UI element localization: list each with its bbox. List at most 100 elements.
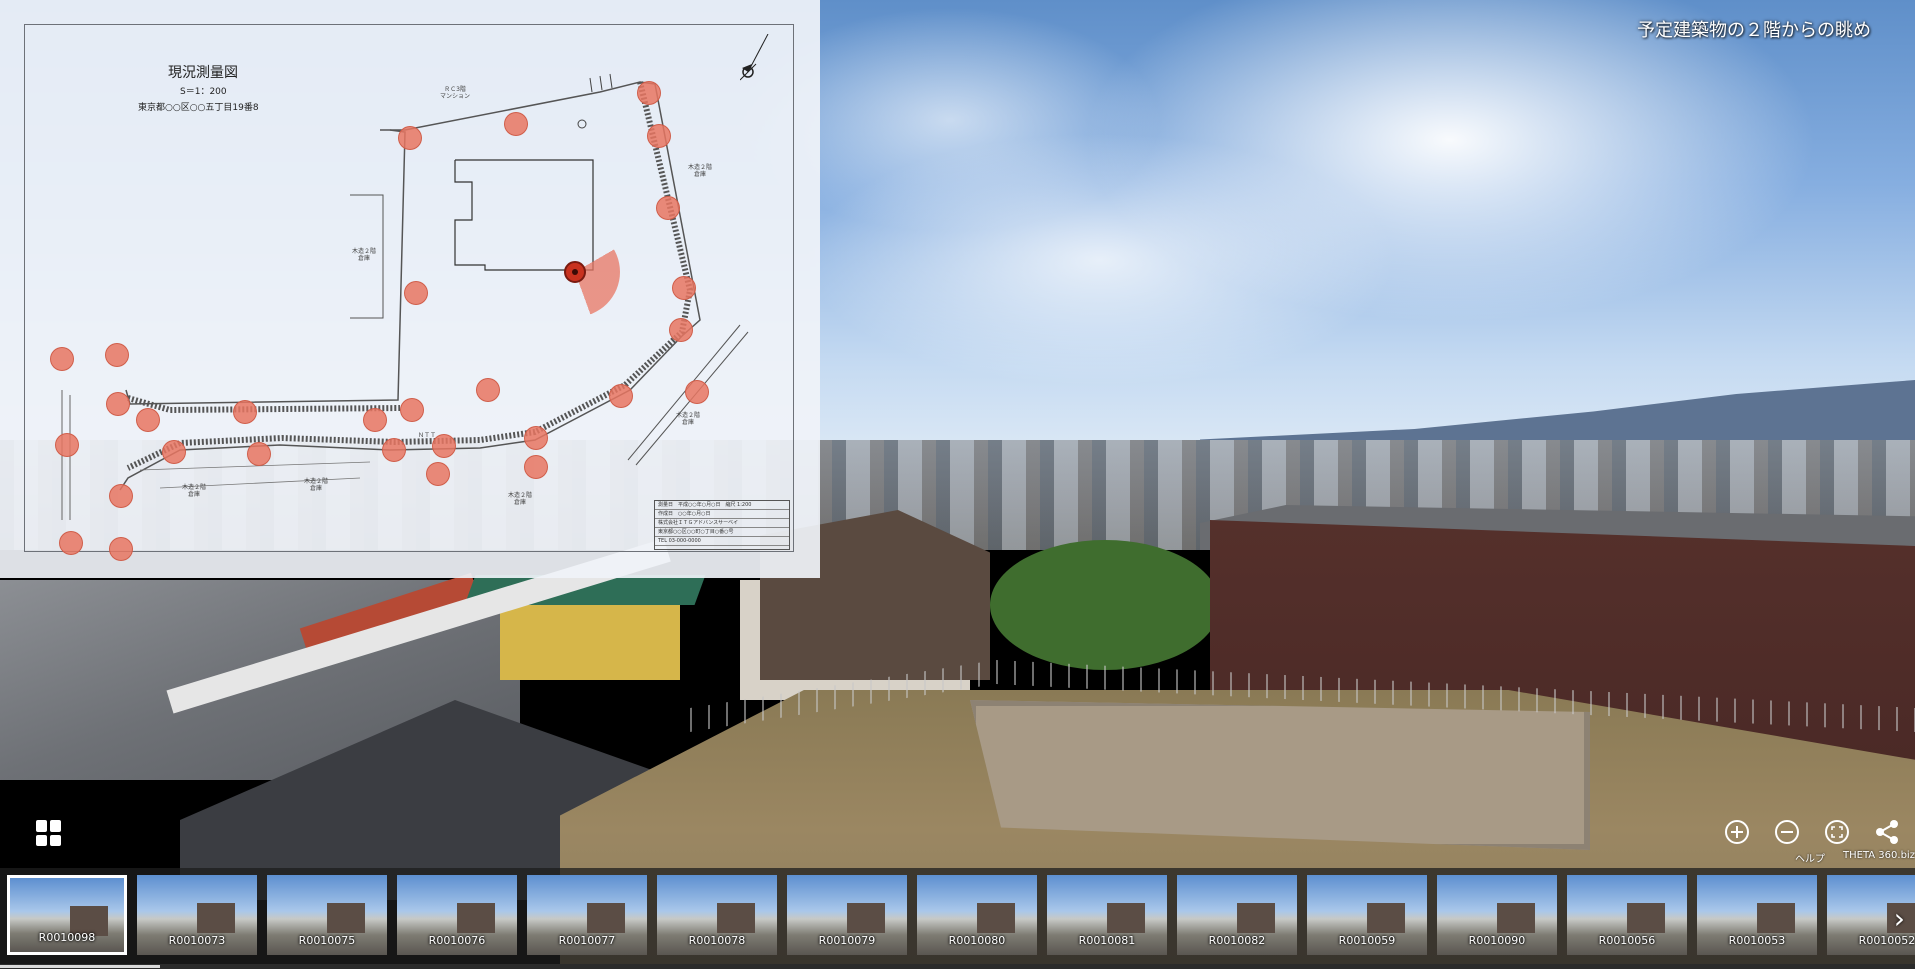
thumbnail-image [1107, 903, 1145, 933]
thumbnail-image [197, 903, 235, 933]
map-pin[interactable] [136, 408, 160, 432]
map-pin[interactable] [476, 378, 500, 402]
thumbnail-label: R0010079 [818, 934, 876, 947]
thumbnail-list: R0010098 R0010073 R0010075 R0010076 R001… [7, 875, 1915, 955]
map-pin[interactable] [685, 380, 709, 404]
map-pin[interactable] [669, 318, 693, 342]
map-pin[interactable] [426, 462, 450, 486]
grid-cell [50, 820, 61, 832]
thumbnail-item[interactable]: R0010098 [7, 875, 127, 955]
map-pin[interactable] [233, 400, 257, 424]
map-label-neighbor-far-right: 木造２階 倉庫 [676, 412, 701, 427]
map-pin[interactable] [363, 408, 387, 432]
thumbnail-item[interactable]: R0010056 [1567, 875, 1687, 955]
thumbnail-item[interactable]: R0010081 [1047, 875, 1167, 955]
map-pin[interactable] [106, 392, 130, 416]
thumbnail-item[interactable]: R0010077 [527, 875, 647, 955]
garden-bed [970, 700, 1590, 850]
map-pin[interactable] [504, 112, 528, 136]
map-label-neighbor-right: 木造２階 倉庫 [688, 164, 713, 179]
map-scale: S＝1：200 [180, 87, 227, 97]
thumbnail-image [1497, 903, 1535, 933]
scrollbar-thumb[interactable] [0, 965, 160, 968]
map-pin[interactable] [432, 434, 456, 458]
thumbnail-image [1627, 903, 1665, 933]
map-pin[interactable] [524, 455, 548, 479]
thumbnail-image [717, 903, 755, 933]
thumbnail-image [1757, 903, 1795, 933]
map-pin[interactable] [109, 537, 133, 561]
map-pin[interactable] [609, 384, 633, 408]
fullscreen-icon[interactable] [1823, 818, 1851, 846]
map-pin[interactable] [109, 484, 133, 508]
thumbnail-item[interactable]: R0010073 [137, 875, 257, 955]
thumbnail-image [977, 903, 1015, 933]
map-pin[interactable] [382, 438, 406, 462]
scene-title: 予定建築物の２階からの眺め [1637, 20, 1871, 41]
title-block-row: 作成日 ○○年○月○日 [655, 510, 789, 519]
thumbnail-label: R0010077 [558, 934, 616, 947]
thumbnail-image [457, 903, 495, 933]
map-pin[interactable] [524, 426, 548, 450]
map-pin[interactable] [50, 347, 74, 371]
thumbnail-image [587, 903, 625, 933]
grid-cell [50, 834, 61, 846]
thumbnail-image [327, 903, 365, 933]
zoom-in-icon[interactable] [1723, 818, 1751, 846]
map-pin[interactable] [672, 276, 696, 300]
map-pin[interactable] [656, 196, 680, 220]
thumbnail-label: R0010053 [1728, 934, 1786, 947]
map-pin[interactable] [637, 81, 661, 105]
thumbnail-image [1237, 903, 1275, 933]
thumbnail-item[interactable]: R0010059 [1307, 875, 1427, 955]
map-pin[interactable] [404, 281, 428, 305]
thumbnail-label: R0010076 [428, 934, 486, 947]
thumbnail-image [847, 903, 885, 933]
thumbnail-label: R0010090 [1468, 934, 1526, 947]
thumbnail-label: R0010098 [38, 931, 96, 944]
title-block-row: TEL 03-000-0000 [655, 537, 789, 546]
thumbnail-label: R0010073 [168, 934, 226, 947]
thumbnail-scrollbar[interactable] [0, 964, 1915, 969]
map-title-block: 測量日 平成○○年○月○日 縮尺 1:200 作成日 ○○年○月○日 株式会社Ｉ… [654, 500, 790, 550]
map-label-neighbor-bottom-left: 木造２階 倉庫 [182, 484, 207, 499]
map-pin[interactable] [247, 442, 271, 466]
title-block-row: 東京都○○区○○町○丁目○番○号 [655, 528, 789, 537]
thumbnail-label: R0010059 [1338, 934, 1396, 947]
map-pin[interactable] [59, 531, 83, 555]
help-link[interactable]: ヘルプ [1795, 850, 1825, 865]
title-block-row: 株式会社ＩＴＧアドバンスサーベイ [655, 519, 789, 528]
thumbnail-item[interactable]: R0010082 [1177, 875, 1297, 955]
brand-link[interactable]: THETA 360.biz [1843, 850, 1915, 861]
map-label-neighbor-left: 木造２階 倉庫 [352, 248, 377, 263]
thumbnail-label: R0010075 [298, 934, 356, 947]
thumbnail-item[interactable]: R0010076 [397, 875, 517, 955]
thumbnail-label: R0010056 [1598, 934, 1656, 947]
thumbnail-image [1367, 903, 1405, 933]
thumbnail-label: R0010082 [1208, 934, 1266, 947]
map-panel[interactable]: 現況測量図 S＝1：200 東京都○○区○○五丁目19番8 ＲＣ3階 マンション… [0, 0, 820, 578]
map-pin[interactable] [162, 440, 186, 464]
grid-cell [36, 834, 47, 846]
current-location-pin[interactable] [564, 261, 586, 283]
map-pin[interactable] [400, 398, 424, 422]
thumbnail-item[interactable]: R0010078 [657, 875, 777, 955]
share-icon[interactable] [1873, 818, 1901, 846]
map-pin[interactable] [55, 433, 79, 457]
thumbnail-item[interactable]: R0010079 [787, 875, 907, 955]
grid-icon[interactable] [36, 820, 62, 846]
tree [990, 540, 1220, 670]
map-label-neighbor-bottom-right: 木造２階 倉庫 [508, 492, 533, 507]
thumbnail-strip[interactable]: R0010098 R0010073 R0010075 R0010076 R001… [0, 868, 1915, 969]
thumbnail-item[interactable]: R0010053 [1697, 875, 1817, 955]
zoom-out-icon[interactable] [1773, 818, 1801, 846]
map-pin[interactable] [398, 126, 422, 150]
map-pin[interactable] [647, 124, 671, 148]
north-arrow-icon [740, 34, 769, 81]
thumbnail-item[interactable]: R0010090 [1437, 875, 1557, 955]
map-title: 現況測量図 [168, 65, 238, 81]
map-pin[interactable] [105, 343, 129, 367]
chevron-right-icon[interactable]: › [1894, 902, 1905, 935]
thumbnail-item[interactable]: R0010080 [917, 875, 1037, 955]
thumbnail-item[interactable]: R0010075 [267, 875, 387, 955]
